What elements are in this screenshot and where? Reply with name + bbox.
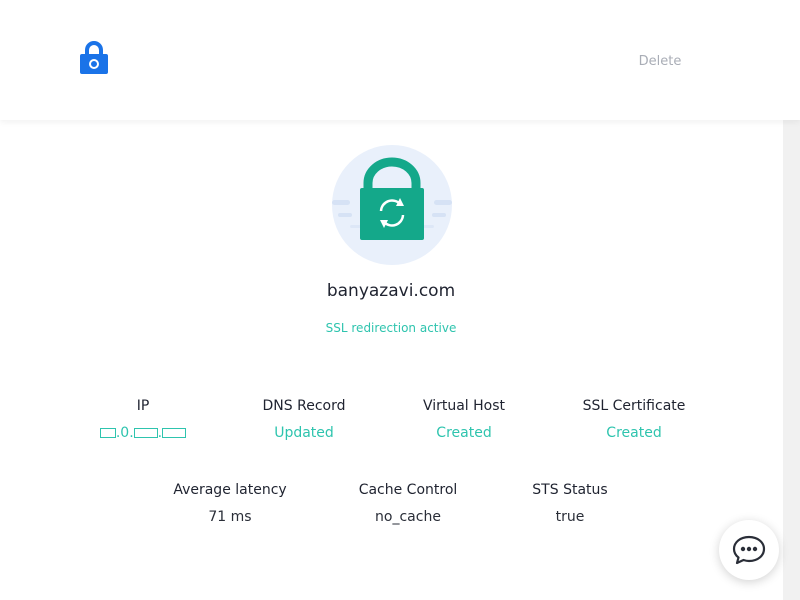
stat-value: Updated — [274, 425, 334, 441]
stat-label: IP — [136, 398, 150, 414]
stat-average-latency: Average latency 71 ms — [150, 480, 310, 527]
stat-cache-control: Cache Control no_cache — [328, 480, 488, 527]
stat-value: true — [555, 509, 585, 525]
stat-value: Created — [436, 425, 492, 441]
ssl-lock-refresh-icon — [332, 145, 452, 265]
stat-label: STS Status — [532, 482, 608, 498]
stat-ip: IP .0. . — [63, 396, 223, 443]
stat-label: Cache Control — [358, 482, 458, 498]
stat-dns-record: DNS Record Updated — [224, 396, 384, 443]
delete-button[interactable]: Delete — [620, 50, 700, 72]
ssl-status: SSL redirection active — [325, 321, 457, 335]
stat-sts-status: STS Status true — [490, 480, 650, 527]
chat-button[interactable] — [719, 520, 779, 580]
stat-value: no_cache — [375, 509, 441, 525]
stat-label: Average latency — [173, 482, 287, 498]
stat-ssl-certificate: SSL Certificate Created — [554, 396, 714, 443]
lock-icon[interactable] — [80, 41, 108, 74]
stat-label: SSL Certificate — [582, 398, 686, 414]
header: Delete — [0, 0, 800, 120]
domain-name: banyazavi.com — [326, 281, 456, 301]
scrollbar[interactable] — [783, 120, 800, 600]
main-content: banyazavi.com SSL redirection active IP … — [0, 120, 783, 600]
stat-value: Created — [606, 425, 662, 441]
stat-label: DNS Record — [262, 398, 346, 414]
stat-virtual-host: Virtual Host Created — [384, 396, 544, 443]
stat-value: 71 ms — [208, 509, 252, 525]
ip-value: .0. . — [63, 423, 223, 443]
stat-label: Virtual Host — [422, 398, 506, 414]
chat-bubble-icon — [732, 535, 766, 565]
